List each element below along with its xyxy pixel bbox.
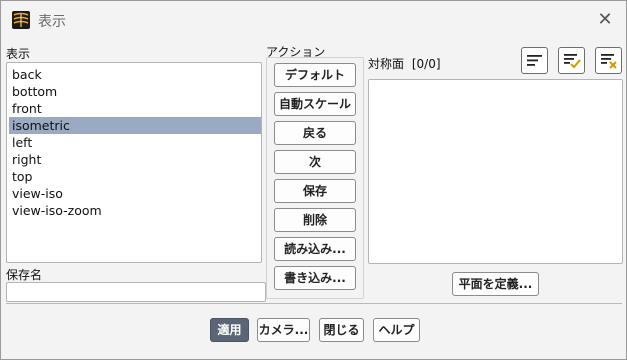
mirror-planes-label: 対称面 [0/0] xyxy=(368,55,441,72)
help-button[interactable]: ヘルプ xyxy=(373,318,420,342)
views-label: 表示 xyxy=(6,47,31,61)
views-list[interactable]: back bottom front isometric left right t… xyxy=(6,62,262,263)
divider xyxy=(6,303,622,304)
apply-button[interactable]: 適用 xyxy=(210,318,249,342)
next-button[interactable]: 次 xyxy=(274,150,356,174)
deselect-all-icon[interactable] xyxy=(595,47,622,74)
delete-button[interactable]: 削除 xyxy=(274,208,356,232)
read-button[interactable]: 読み込み... xyxy=(274,237,356,261)
previous-button[interactable]: 戻る xyxy=(274,121,356,145)
list-item[interactable]: bottom xyxy=(9,83,261,100)
list-item[interactable]: view-iso-zoom xyxy=(9,202,261,219)
list-item[interactable]: right xyxy=(9,151,261,168)
define-plane-button[interactable]: 平面を定義... xyxy=(452,272,539,296)
mirror-planes-list[interactable] xyxy=(368,79,623,264)
list-item[interactable]: top xyxy=(9,168,261,185)
close-icon[interactable]: ✕ xyxy=(594,9,616,31)
display-views-dialog: 表示 ✕ 表示 back bottom front isometric left… xyxy=(0,0,627,360)
mirror-planes-title: 対称面 xyxy=(368,57,405,71)
title-bar: 表示 ✕ xyxy=(1,1,626,39)
list-item[interactable]: back xyxy=(9,66,261,83)
save-name-label: 保存名 xyxy=(6,268,43,282)
close-button[interactable]: 閉じる xyxy=(319,318,364,342)
default-button[interactable]: デフォルト xyxy=(274,63,356,87)
app-logo-icon xyxy=(12,11,30,29)
window-title: 表示 xyxy=(38,14,66,30)
select-all-icon[interactable] xyxy=(558,47,585,74)
write-button[interactable]: 書き込み... xyxy=(274,266,356,290)
list-item[interactable]: left xyxy=(9,134,261,151)
mirror-planes-count: [0/0] xyxy=(411,57,441,71)
camera-button[interactable]: カメラ... xyxy=(257,318,310,342)
auto-scale-button[interactable]: 自動スケール xyxy=(274,92,356,116)
list-item-selected[interactable]: isometric xyxy=(9,117,261,134)
list-all-icon[interactable] xyxy=(521,47,548,74)
save-button[interactable]: 保存 xyxy=(274,179,356,203)
save-name-input[interactable] xyxy=(6,282,266,302)
list-item[interactable]: front xyxy=(9,100,261,117)
list-item[interactable]: view-iso xyxy=(9,185,261,202)
